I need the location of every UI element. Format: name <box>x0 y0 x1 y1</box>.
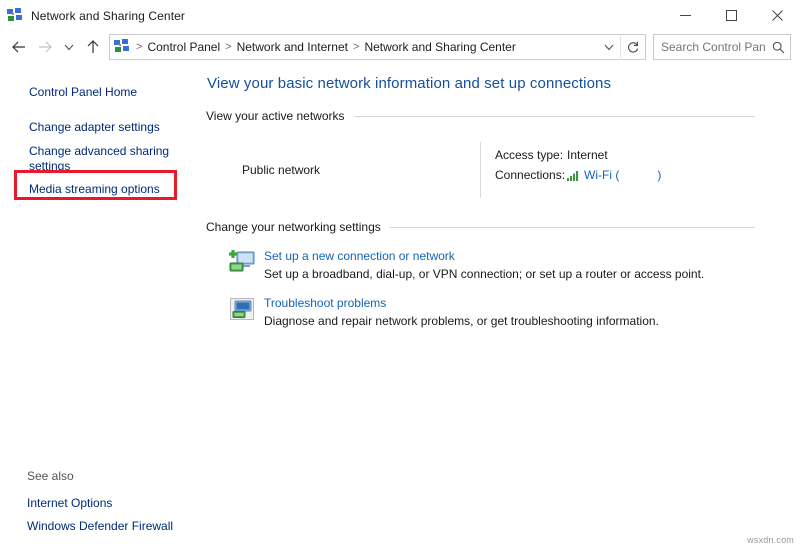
troubleshoot-icon <box>228 295 256 323</box>
close-icon <box>772 10 783 21</box>
window-title: Network and Sharing Center <box>31 9 185 23</box>
sidebar-item-control-panel-home[interactable]: Control Panel Home <box>0 81 206 104</box>
active-network-details: Access type: Internet Connections: Wi-Fi… <box>481 142 661 198</box>
breadcrumb-separator: > <box>350 42 362 53</box>
connection-wifi-name-suffix: ) <box>657 168 661 182</box>
chevron-down-icon <box>603 41 615 53</box>
sidebar-item-change-advanced-sharing-settings[interactable]: Change advanced sharing settings <box>0 139 206 178</box>
setting-text-new-connection: Set up a new connection or network Set u… <box>264 248 704 281</box>
see-also-item-windows-defender-firewall[interactable]: Windows Defender Firewall <box>0 515 206 538</box>
breadcrumb: > Control Panel > Network and Internet >… <box>133 40 598 54</box>
breadcrumb-separator: > <box>133 42 145 53</box>
access-type-label: Access type: <box>495 148 567 162</box>
active-network-name: Public network <box>206 142 480 198</box>
setting-description-new-connection: Set up a broadband, dial-up, or VPN conn… <box>264 267 704 281</box>
networking-settings-section-header: Change your networking settings <box>206 220 800 234</box>
forward-arrow-icon <box>37 39 53 55</box>
access-type-value: Internet <box>567 148 608 162</box>
refresh-button[interactable] <box>621 36 645 58</box>
setting-item-new-connection[interactable]: Set up a new connection or network Set u… <box>206 248 800 281</box>
wifi-signal-icon <box>567 170 580 181</box>
back-arrow-icon <box>11 39 27 55</box>
forward-button[interactable] <box>32 34 58 60</box>
breadcrumb-item-control-panel[interactable]: Control Panel <box>145 40 222 54</box>
search-icon <box>772 41 785 54</box>
up-arrow-icon <box>85 39 101 55</box>
networking-settings-title: Change your networking settings <box>206 220 381 234</box>
setting-title-troubleshoot[interactable]: Troubleshoot problems <box>264 296 659 310</box>
close-button[interactable] <box>754 0 800 31</box>
network-sharing-center-icon <box>114 39 130 55</box>
search-input[interactable]: Search Control Panel <box>654 40 766 54</box>
recent-locations-button[interactable] <box>58 34 80 60</box>
active-networks-section-header: View your active networks <box>206 109 800 123</box>
window-controls <box>662 0 800 31</box>
connection-wifi-name: Wi-Fi ( <box>584 168 619 182</box>
connections-label: Connections: <box>495 168 567 182</box>
network-sharing-center-icon <box>7 8 23 24</box>
sidebar-item-change-adapter-settings[interactable]: Change adapter settings <box>0 116 206 139</box>
page-title: View your basic network information and … <box>206 75 800 92</box>
setting-text-troubleshoot: Troubleshoot problems Diagnose and repai… <box>264 295 659 328</box>
maximize-icon <box>726 10 737 21</box>
address-dropdown-button[interactable] <box>598 36 620 58</box>
sidebar-item-media-streaming-options[interactable]: Media streaming options <box>0 178 206 201</box>
active-network-row: Public network Access type: Internet Con… <box>206 142 800 198</box>
active-networks-title: View your active networks <box>206 109 345 123</box>
connection-wifi-link[interactable]: Wi-Fi ( ) <box>567 168 661 182</box>
breadcrumb-item-network-and-internet[interactable]: Network and Internet <box>235 40 350 54</box>
sidebar: Control Panel Home Change adapter settin… <box>0 63 206 549</box>
detail-row-access-type: Access type: Internet <box>495 146 661 164</box>
breadcrumb-item-network-and-sharing-center[interactable]: Network and Sharing Center <box>362 40 517 54</box>
watermark: wsxdn.com <box>747 535 794 545</box>
breadcrumb-separator: > <box>222 42 234 53</box>
refresh-icon <box>626 40 640 54</box>
setting-title-new-connection[interactable]: Set up a new connection or network <box>264 249 704 263</box>
detail-row-connections: Connections: Wi-Fi ( ) <box>495 166 661 184</box>
section-rule <box>354 116 755 117</box>
up-button[interactable] <box>80 34 106 60</box>
new-connection-icon <box>228 248 256 276</box>
search-box[interactable]: Search Control Panel <box>653 34 791 60</box>
maximize-button[interactable] <box>708 0 754 31</box>
networking-settings-section: Change your networking settings Set up a… <box>206 220 800 328</box>
see-also-item-internet-options[interactable]: Internet Options <box>0 492 206 515</box>
search-button[interactable] <box>766 41 790 54</box>
chevron-down-icon <box>63 41 75 53</box>
title-bar: Network and Sharing Center <box>0 0 800 31</box>
setting-item-troubleshoot[interactable]: Troubleshoot problems Diagnose and repai… <box>206 295 800 328</box>
main-pane: View your basic network information and … <box>206 63 800 549</box>
content-area: Control Panel Home Change adapter settin… <box>0 63 800 549</box>
setting-description-troubleshoot: Diagnose and repair network problems, or… <box>264 314 659 328</box>
see-also-title: See also <box>0 469 206 483</box>
minimize-button[interactable] <box>662 0 708 31</box>
section-rule <box>390 227 755 228</box>
minimize-icon <box>680 10 691 21</box>
see-also-section: See also Internet Options Windows Defend… <box>0 469 206 538</box>
navigation-bar: > Control Panel > Network and Internet >… <box>0 31 800 63</box>
address-bar[interactable]: > Control Panel > Network and Internet >… <box>109 34 646 60</box>
back-button[interactable] <box>6 34 32 60</box>
